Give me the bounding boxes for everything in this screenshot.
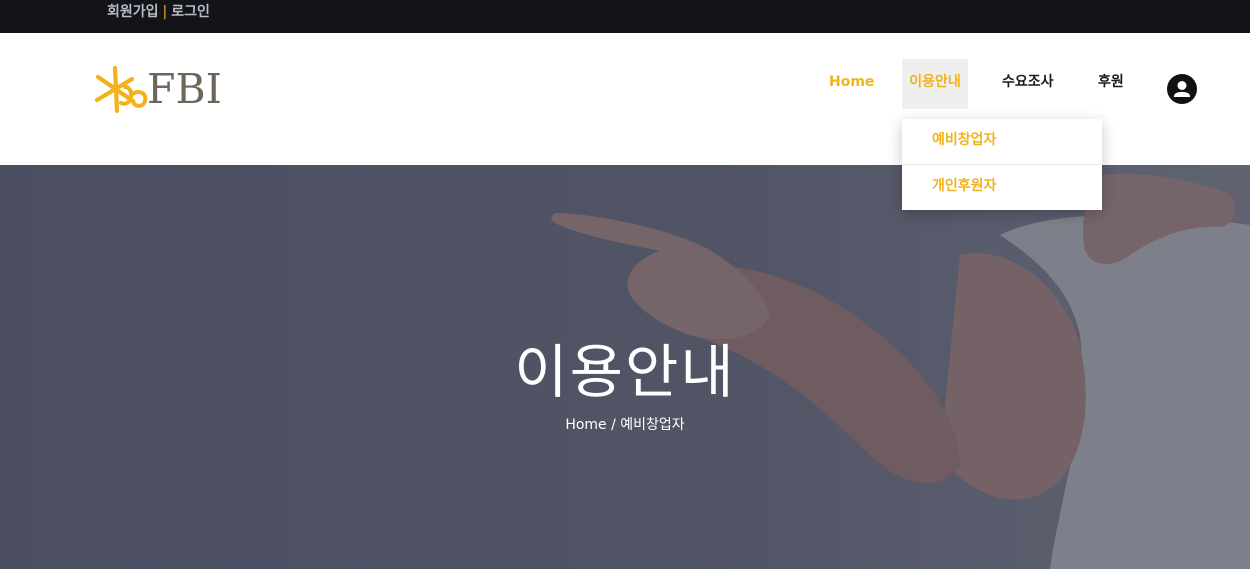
login-link[interactable]: 로그인 xyxy=(171,4,210,20)
auth-separator: | xyxy=(162,4,168,20)
auth-links: 회원가입 | 로그인 xyxy=(107,2,210,22)
guide-dropdown-menu: 예비창업자 개인후원자 xyxy=(902,119,1102,210)
nav-item-home[interactable]: Home xyxy=(829,59,874,109)
nav-item-guide[interactable]: 이용안내 xyxy=(902,59,968,109)
breadcrumb-home-link[interactable]: Home xyxy=(565,417,606,433)
breadcrumb-separator: / xyxy=(606,417,621,433)
main-nav: Home 이용안내 수요조사 후원 xyxy=(0,59,1250,109)
nav-item-survey[interactable]: 수요조사 xyxy=(1002,59,1054,109)
hero-banner: 이용안내 Home / 예비창업자 xyxy=(0,165,1250,569)
top-bar: 회원가입 | 로그인 xyxy=(0,0,1250,33)
breadcrumb: Home / 예비창업자 xyxy=(0,415,1250,435)
nav-item-support[interactable]: 후원 xyxy=(1098,59,1124,109)
signup-link[interactable]: 회원가입 xyxy=(107,4,159,20)
dropdown-item-individual-sponsor[interactable]: 개인후원자 xyxy=(902,164,1102,209)
user-account-button[interactable] xyxy=(1167,74,1197,104)
dropdown-item-prospective-founder[interactable]: 예비창업자 xyxy=(902,119,1102,164)
user-icon xyxy=(1174,81,1190,97)
breadcrumb-current: 예비창업자 xyxy=(620,417,685,433)
page-title: 이용안내 xyxy=(514,338,736,406)
